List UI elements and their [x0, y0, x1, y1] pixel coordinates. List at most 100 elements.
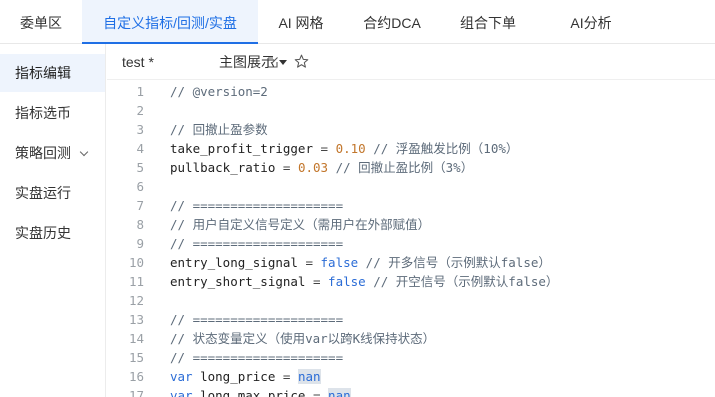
line-number: 13 [128, 312, 144, 327]
code-token: // 开多信号（示例默认false） [358, 255, 551, 270]
code-text: entry_long_signal = false // 开多信号（示例默认fa… [170, 253, 551, 272]
code-line: 14 // 状态变量定义（使用var以跨K线保持状态） [107, 329, 715, 348]
code-token: take_profit_trigger [170, 141, 313, 156]
code-token: // ==================== [170, 350, 344, 365]
code-token: = [275, 369, 298, 384]
line-number: 7 [136, 198, 144, 213]
code-token: var [170, 388, 193, 397]
code-token: = [305, 274, 329, 289]
sidebar-item-label: 实盘运行 [15, 185, 71, 201]
line-number: 4 [136, 141, 144, 156]
code-token: = [275, 160, 298, 175]
code-token: long_max_price [192, 388, 306, 397]
code-token: entry_short_signal [170, 274, 306, 289]
code-text: entry_short_signal = false // 开空信号（示例默认f… [170, 272, 558, 291]
code-text: var long_max_price = nan [170, 386, 351, 397]
code-token: // 回撤止盈参数 [170, 122, 268, 137]
code-text: var long_price = nan [170, 367, 321, 386]
sidebar-item-live-run[interactable]: 实盘运行 [0, 174, 105, 212]
sidebar-item-label: 策略回测 [15, 145, 71, 161]
tab-ai-analysis[interactable]: AI分析 [536, 0, 646, 44]
code-line: 1 // @version=2 [107, 82, 715, 101]
code-token: // 浮盈触发比例（10%） [365, 141, 519, 156]
code-line: 5 pullback_ratio = 0.03 // 回撤止盈比例（3%） [107, 158, 715, 177]
line-number: 16 [128, 369, 144, 384]
code-token: nan [328, 388, 351, 397]
code-line: 17 var long_max_price = nan [107, 386, 715, 397]
tab-custom-indicator[interactable]: 自定义指标/回测/实盘 [82, 0, 258, 44]
sidebar-item-label: 指标编辑 [15, 65, 71, 81]
code-text: // 用户自定义信号定义（需用户在外部赋值） [170, 215, 430, 234]
code-token: 0.03 [297, 160, 329, 175]
line-number: 8 [136, 217, 144, 232]
code-token: long_price [192, 369, 276, 384]
code-line: 7 // ==================== [107, 196, 715, 215]
sidebar-item-label: 实盘历史 [15, 225, 71, 241]
line-number: 10 [128, 255, 144, 270]
tab-contract-dca[interactable]: 合约DCA [344, 0, 440, 44]
code-token: entry_long_signal [170, 255, 298, 270]
tab-ai-grid[interactable]: AI 网格 [258, 0, 344, 44]
code-text: // 回撤止盈参数 [170, 120, 268, 139]
code-line: 9 // ==================== [107, 234, 715, 253]
code-token: // ==================== [170, 236, 344, 251]
sidebar-item-backtest[interactable]: 策略回测 [0, 134, 105, 172]
code-token: // ==================== [170, 312, 344, 327]
code-text: // ==================== [170, 310, 343, 329]
code-text: // 状态变量定义（使用var以跨K线保持状态） [170, 329, 435, 348]
code-token: = [313, 141, 336, 156]
code-token: // @version=2 [170, 84, 268, 99]
code-line: 3 // 回撤止盈参数 [107, 120, 715, 139]
line-number: 14 [128, 331, 144, 346]
code-line: 13 // ==================== [107, 310, 715, 329]
code-editor[interactable]: 1 // @version=2 2 3 // 回撤止盈参数 4 take_profit_tr… [107, 80, 715, 397]
code-line: 6 [107, 177, 715, 196]
code-token: // 开空信号（示例默认false） [365, 274, 559, 289]
sidebar-item-indicator-edit[interactable]: 指标编辑 [0, 54, 105, 92]
code-line: 16 var long_price = nan [107, 367, 715, 386]
code-token: // 用户自定义信号定义（需用户在外部赋值） [170, 217, 431, 232]
code-token: // 状态变量定义（使用var以跨K线保持状态） [170, 331, 436, 346]
code-token: false [328, 274, 366, 289]
code-line: 11 entry_short_signal = false // 开空信号（示例默… [107, 272, 715, 291]
code-text: // @version=2 [170, 82, 268, 101]
code-line: 15 // ==================== [107, 348, 715, 367]
code-text: // ==================== [170, 234, 343, 253]
tab-orders[interactable]: 委单区 [0, 0, 82, 44]
code-line: 4 take_profit_trigger = 0.10 // 浮盈触发比例（10… [107, 139, 715, 158]
sidebar-item-live-history[interactable]: 实盘历史 [0, 214, 105, 252]
line-number: 12 [128, 293, 144, 308]
code-token: = [297, 255, 321, 270]
view-mode-label: 主图展示 [219, 54, 275, 70]
code-text: // ==================== [170, 348, 343, 367]
sidebar-item-indicator-coin-select[interactable]: 指标选币 [0, 94, 105, 132]
editor-toolbar: test * 主图展示 [107, 44, 715, 80]
line-number: 17 [128, 388, 144, 397]
code-line: 8 // 用户自定义信号定义（需用户在外部赋值） [107, 215, 715, 234]
line-number: 11 [128, 274, 144, 289]
code-text: // ==================== [170, 196, 343, 215]
code-token: var [170, 369, 193, 384]
code-text: take_profit_trigger = 0.10 // 浮盈触发比例（10%… [170, 139, 518, 158]
sidebar: 指标编辑 指标选币 策略回测 实盘运行 实盘历史 [0, 44, 106, 397]
star-icon[interactable] [294, 54, 309, 69]
line-number: 3 [136, 122, 144, 137]
line-number: 15 [128, 350, 144, 365]
file-name: test * [122, 54, 154, 70]
code-line: 2 [107, 101, 715, 120]
code-token: // ==================== [170, 198, 344, 213]
code-token: = [305, 388, 329, 397]
line-number: 5 [136, 160, 144, 175]
code-token: // 回撤止盈比例（3%） [328, 160, 474, 175]
view-mode-dropdown[interactable]: 主图展示 [219, 44, 287, 80]
code-token: nan [297, 369, 321, 384]
tab-combo-order[interactable]: 组合下单 [440, 0, 536, 44]
sidebar-item-label: 指标选币 [15, 105, 71, 121]
code-line: 12 [107, 291, 715, 310]
line-number: 6 [136, 179, 144, 194]
code-token: 0.10 [335, 141, 366, 156]
code-token: false [320, 255, 359, 270]
chevron-down-icon [79, 147, 89, 157]
line-number: 9 [136, 236, 144, 251]
code-token: pullback_ratio [170, 160, 276, 175]
